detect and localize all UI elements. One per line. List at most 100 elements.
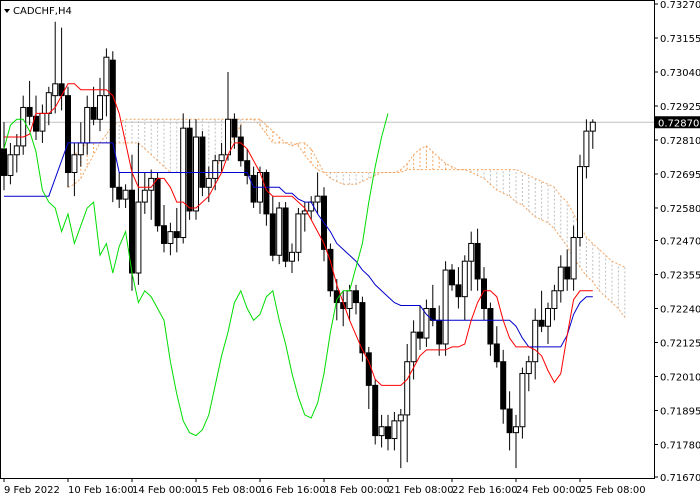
candle-body [173,231,180,239]
candle-body [391,420,398,440]
candle-body [141,189,148,203]
candle-body [385,426,391,440]
candle-body [506,408,513,434]
candle-body [52,83,59,97]
candle-body [474,242,481,280]
candle-body [397,414,404,422]
y-tick-label: 0.72925 [660,102,700,113]
candle-body [167,231,174,244]
x-tick-label: 18 Feb 00:00 [324,485,390,496]
y-tick-label: 0.73155 [660,34,700,45]
candle-body [519,373,526,428]
y-tick-label: 0.72810 [660,136,700,147]
candle-body [308,201,315,212]
candle-body [77,142,84,156]
candle-body [404,361,411,416]
x-tick-label: 22 Feb 16:00 [452,485,518,496]
candle-body [589,121,596,132]
candle-body [564,266,571,280]
candle-body [525,361,532,375]
candle-body [372,384,379,437]
candle-body [180,127,187,239]
candle-body [468,242,475,262]
candle-body [237,136,244,162]
candle-body [276,207,283,256]
candle-body [135,201,142,274]
y-tick-label: 0.73270 [660,0,700,11]
candle-body [282,207,289,262]
x-tick-label: 16 Feb 16:00 [260,485,326,496]
candle-body [442,269,449,345]
candle-body [26,106,33,117]
candle-body [570,237,577,280]
candle-body [7,154,14,176]
x-tick-label: 25 Feb 08:00 [580,485,646,496]
y-axis: 0.73270 0.73155 0.73040 0.72925 0.72810 0.726… [654,0,700,484]
candle-body [378,426,385,437]
y-tick-label: 0.71670 [660,473,700,484]
y-tick-label: 0.72010 [660,372,700,383]
candle-body [212,160,219,179]
candle-body [97,95,103,120]
x-tick-label: 9 Feb 2022 [4,485,60,496]
candle-body [557,266,564,292]
y-tick-label: 0.72240 [660,304,700,315]
candle-body [346,290,353,309]
candle-body [487,307,494,345]
candle-body [205,177,212,188]
candle-body [436,319,443,345]
candle-body [193,136,199,212]
candle-body [263,172,270,215]
candle-body [58,83,65,97]
y-tick-label: 0.72125 [660,338,700,349]
candle-body [577,166,583,239]
candle-body [90,106,97,120]
candle-body [551,290,558,309]
candle-body [493,343,500,363]
y-tick-label: 0.71780 [660,440,700,451]
candle-body [513,426,519,434]
candle-body [461,260,468,298]
candle-body [109,59,116,188]
x-tick-label: 24 Feb 00:00 [516,485,582,496]
candle-body [538,319,545,327]
x-tick-label: 10 Feb 16:00 [68,485,134,496]
candle-body [545,307,551,327]
ichimoku-chart: 0.73270 0.73155 0.73040 0.72925 0.72810 0.726… [0,0,700,500]
symbol-label: CADCHF,H4 [13,6,72,17]
candle-body [13,145,20,156]
candle-body [39,112,46,132]
candle-body [71,154,78,174]
candle-body [199,136,206,188]
candle-body [122,189,129,200]
y-tick-label: 0.72355 [660,270,700,281]
x-tick-label: 14 Feb 00:00 [132,485,198,496]
y-tick-label: 0.72470 [660,237,700,248]
x-tick-label: 21 Feb 08:00 [388,485,454,496]
candle-body [289,251,295,262]
candle-body [218,154,225,162]
candle-body [116,186,123,200]
y-tick-label: 0.73040 [660,68,700,79]
y-tick-label: 0.71895 [660,406,700,417]
candle-body [154,177,161,227]
candle-body [295,213,302,253]
candle-body [231,118,238,138]
candle-body [353,290,359,304]
candle-body [500,361,507,410]
candle-body [314,195,321,203]
candle-body [225,118,231,156]
candle-body [20,106,27,147]
candle-body [250,174,257,203]
candle-body [269,213,276,256]
x-tick-label: 15 Feb 08:00 [196,485,262,496]
candle-body [455,284,462,298]
y-tick-label: 0.72695 [660,170,700,181]
candle-body [410,331,417,363]
candle-body [65,95,71,174]
candle-body [1,148,7,176]
current-price-label: 0.72870 [658,118,699,129]
candle-body [423,307,430,339]
candle-body [532,319,539,363]
y-tick-label: 0.72580 [660,204,700,215]
